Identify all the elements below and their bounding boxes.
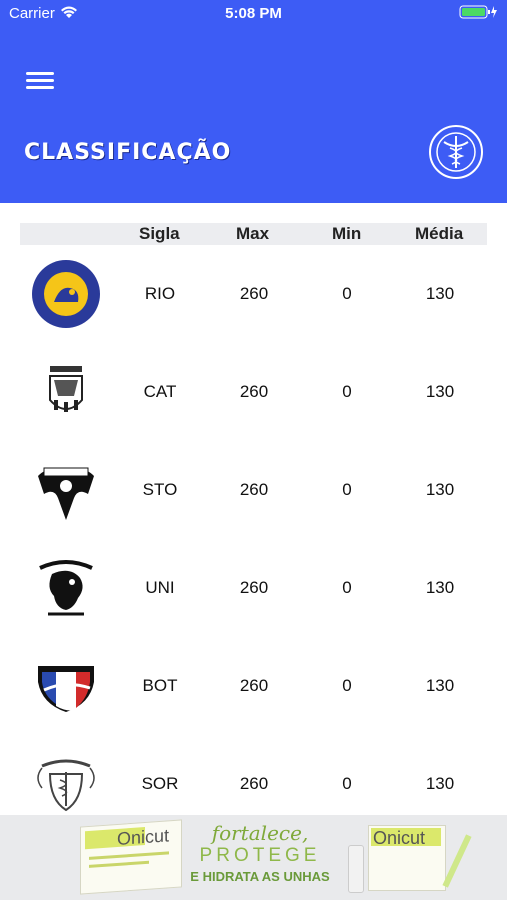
- santo-amaro-logo-icon: [30, 454, 102, 526]
- cell-min: 0: [342, 480, 352, 499]
- page-title: CLASSIFICAÇÃO: [24, 140, 232, 165]
- brand-label-right: Onicut: [373, 828, 426, 848]
- table-row[interactable]: RIO 260 0 130: [20, 250, 487, 348]
- ad-line1: fortalece,: [211, 821, 309, 845]
- ad-line2: PROTEGE: [199, 845, 321, 866]
- cell-sigla: SOR: [141, 774, 179, 793]
- cell-min: 0: [342, 578, 352, 597]
- product-bottle: [348, 845, 364, 893]
- battery-icon: [459, 5, 499, 23]
- ad-slogan: fortalece, PROTEGE E HIDRATA AS UNHAS: [190, 821, 330, 884]
- brand-label-left: Onicut: [117, 825, 170, 849]
- cell-max: 260: [239, 774, 269, 793]
- caduceus-logo-icon: [428, 124, 484, 180]
- cell-media: 130: [425, 774, 455, 793]
- table-row[interactable]: CAT 260 0 130: [20, 348, 487, 446]
- cell-max: 260: [239, 284, 269, 303]
- cell-max: 260: [239, 480, 269, 499]
- product-box-left: Onicut: [80, 819, 182, 895]
- status-bar: Carrier 5:08 PM: [0, 0, 507, 28]
- hamburger-icon: [26, 72, 54, 75]
- cell-min: 0: [342, 284, 352, 303]
- cell-media: 130: [425, 676, 455, 695]
- cell-media: 130: [425, 480, 455, 499]
- cell-min: 0: [342, 774, 352, 793]
- column-max: Max: [236, 224, 270, 243]
- cell-sigla: CAT: [143, 382, 177, 401]
- unicamp-logo-icon: [30, 552, 102, 624]
- menu-button[interactable]: [26, 68, 56, 92]
- ad-line3: E HIDRATA AS UNHAS: [190, 869, 330, 884]
- catanduva-logo-icon: [30, 356, 102, 428]
- column-sigla: Sigla: [139, 224, 180, 243]
- cell-max: 260: [239, 578, 269, 597]
- app-header: Carrier 5:08 PM CLASSIFICAÇÃO: [0, 0, 507, 203]
- cell-media: 130: [425, 382, 455, 401]
- column-media: Média: [415, 224, 464, 243]
- sorocaba-logo-icon: [30, 748, 102, 820]
- product-box-right: Onicut: [368, 825, 446, 891]
- cell-sigla: UNI: [145, 578, 175, 597]
- cell-max: 260: [239, 676, 269, 695]
- botucatu-logo-icon: [30, 650, 102, 722]
- column-min: Min: [332, 224, 362, 243]
- cell-sigla: STO: [142, 480, 178, 499]
- ad-banner[interactable]: Onicut fortalece, PROTEGE E HIDRATA AS U…: [0, 815, 507, 900]
- cell-sigla: BOT: [142, 676, 178, 695]
- table-header: Sigla Max Min Média: [20, 223, 487, 245]
- cell-max: 260: [239, 382, 269, 401]
- table-row[interactable]: BOT 260 0 130: [20, 642, 487, 740]
- cell-sigla: RIO: [144, 284, 176, 303]
- cell-media: 130: [425, 578, 455, 597]
- table-row[interactable]: STO 260 0 130: [20, 446, 487, 544]
- cell-min: 0: [342, 676, 352, 695]
- table-row[interactable]: UNI 260 0 130: [20, 544, 487, 642]
- rio-preto-logo-icon: [30, 258, 102, 330]
- status-time: 5:08 PM: [225, 5, 282, 22]
- cell-min: 0: [342, 382, 352, 401]
- product-pen: [442, 834, 472, 888]
- cell-media: 130: [425, 284, 455, 303]
